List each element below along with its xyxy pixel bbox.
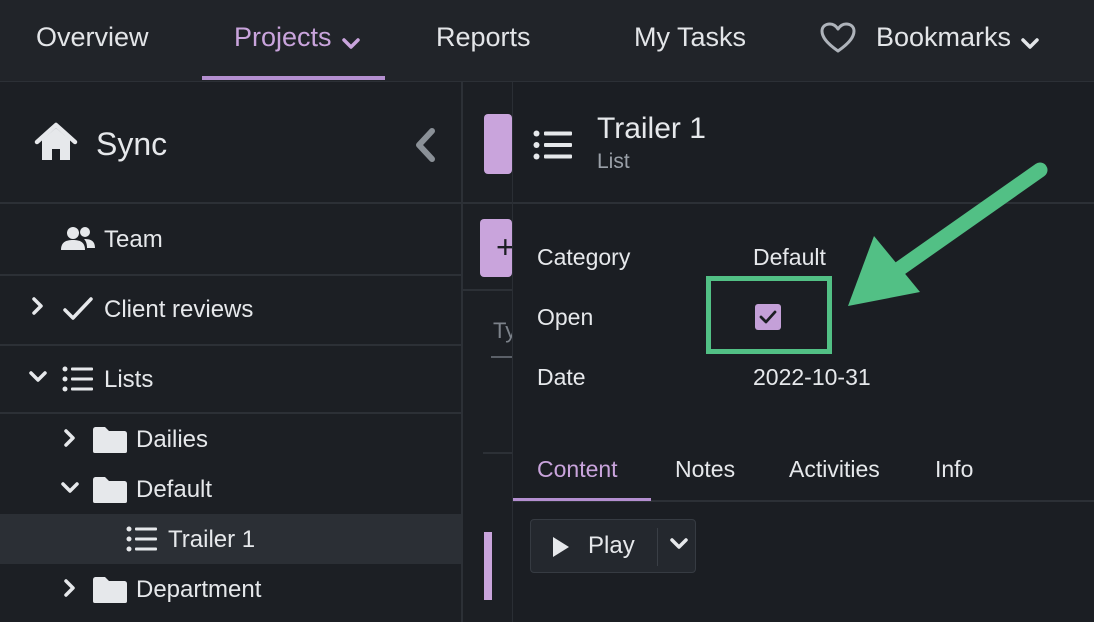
annotation-arrow-icon: [848, 162, 1048, 306]
category-label: Category: [537, 244, 631, 270]
nav-overview[interactable]: Overview: [36, 0, 149, 82]
column-header-underline: [491, 356, 513, 358]
project-sidebar: Sync Team Client reviews Lists Dailies D…: [0, 82, 463, 622]
nav-reports[interactable]: Reports: [436, 0, 531, 82]
tree-item-label: Department: [136, 576, 262, 603]
divider: [463, 202, 513, 204]
tab-info[interactable]: Info: [935, 456, 973, 483]
folder-icon: [92, 476, 128, 504]
home-icon[interactable]: [33, 122, 79, 167]
chevron-right-icon[interactable]: [62, 578, 78, 598]
list-view-partial: + Ty: [463, 82, 516, 622]
list-icon: [126, 526, 158, 552]
nav-active-indicator: [202, 76, 385, 80]
open-label: Open: [537, 304, 594, 330]
sidebar-title: Sync: [96, 126, 168, 162]
folder-icon: [92, 576, 128, 604]
play-button-label: Play: [588, 532, 635, 559]
detail-title: Trailer 1: [597, 112, 706, 145]
chevron-right-icon[interactable]: [30, 296, 46, 316]
selection-indicator: [484, 532, 492, 600]
detail-subtitle: List: [597, 150, 630, 173]
check-icon: [62, 296, 94, 322]
tree-item-department[interactable]: Department: [0, 564, 461, 614]
tab-content[interactable]: Content: [537, 456, 618, 483]
tab-active-indicator: [513, 498, 651, 501]
nav-overview-label: Overview: [36, 22, 149, 52]
tree-item-label: Client reviews: [104, 296, 254, 323]
tab-notes[interactable]: Notes: [675, 456, 735, 483]
tree-item-label: Team: [104, 226, 163, 253]
tree-item-default[interactable]: Default: [0, 464, 461, 514]
tree-item-label: Lists: [104, 366, 154, 393]
team-icon: [60, 226, 96, 252]
toolbar-button-partial[interactable]: [484, 114, 512, 174]
sidebar-header: Sync: [0, 82, 463, 204]
category-value[interactable]: Default: [753, 244, 826, 271]
chevron-right-icon[interactable]: [62, 428, 78, 448]
date-value[interactable]: 2022-10-31: [753, 364, 871, 391]
tree-item-lists[interactable]: Lists: [0, 346, 461, 414]
date-label: Date: [537, 364, 586, 390]
play-button[interactable]: Play: [530, 519, 696, 573]
folder-icon: [92, 426, 128, 454]
tab-activities[interactable]: Activities: [789, 456, 880, 483]
tree-item-label: Trailer 1: [168, 526, 256, 553]
nav-my-tasks[interactable]: My Tasks: [634, 0, 746, 82]
play-icon: [551, 535, 571, 564]
tree-item-label: Default: [136, 476, 213, 503]
chevron-down-icon[interactable]: [60, 481, 80, 495]
divider: [463, 289, 513, 291]
heart-icon: [820, 22, 856, 61]
nav-projects-label: Projects: [234, 22, 332, 52]
tree-item-trailer-1[interactable]: Trailer 1: [0, 514, 461, 564]
list-icon: [533, 130, 573, 165]
detail-tabs: Content Notes Activities Info: [513, 444, 1094, 502]
nav-projects[interactable]: Projects: [202, 0, 385, 82]
divider: [657, 528, 658, 566]
divider: [483, 452, 513, 454]
chevron-left-icon[interactable]: [412, 128, 440, 167]
tree-item-client-reviews[interactable]: Client reviews: [0, 276, 461, 346]
tree-item-label: Dailies: [136, 426, 209, 453]
tree-item-dailies[interactable]: Dailies: [0, 414, 461, 464]
nav-bookmarks[interactable]: Bookmarks: [820, 0, 1039, 82]
chevron-down-icon: [1021, 26, 1039, 57]
chevron-down-icon: [341, 26, 360, 57]
chevron-down-icon[interactable]: [28, 370, 48, 384]
add-button-partial[interactable]: +: [480, 219, 515, 277]
tree-item-team[interactable]: Team: [0, 204, 461, 276]
nav-my-tasks-label: My Tasks: [634, 22, 747, 52]
nav-bookmarks-label: Bookmarks: [876, 22, 1012, 52]
nav-reports-label: Reports: [436, 22, 531, 52]
list-icon: [62, 366, 94, 392]
top-navigation: Overview Projects Reports My Tasks Bookm…: [0, 0, 1094, 82]
annotation-highlight-box: [706, 276, 832, 354]
chevron-down-icon[interactable]: [668, 536, 690, 557]
